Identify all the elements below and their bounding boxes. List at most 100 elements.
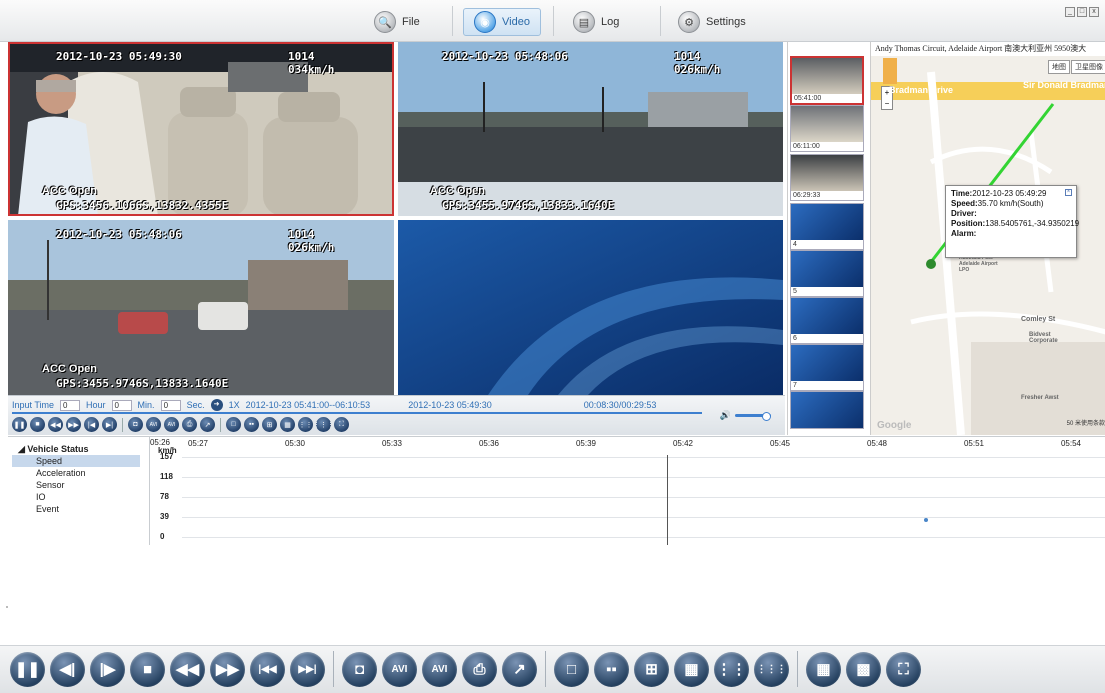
stop-icon[interactable]: ■ [30, 417, 45, 432]
volume-slider[interactable] [735, 412, 771, 421]
close-icon[interactable]: × [1065, 189, 1072, 196]
grid-line [182, 537, 1105, 538]
layout-1-button[interactable]: □ [554, 651, 589, 687]
fast-forward-icon[interactable]: ▶▶ [66, 417, 81, 432]
skip-start-button[interactable]: |◀◀ [250, 651, 285, 687]
layout-1-icon: □ [566, 660, 577, 678]
layout-12-button[interactable]: ⋮⋮⋮ [754, 651, 789, 687]
video-channel-2[interactable]: 2012-10-23 05:48:06 1014 026km/h ACC Ope… [398, 42, 783, 216]
tab-log[interactable]: ▤ Log [563, 8, 629, 36]
stop-button[interactable]: ■ [130, 651, 165, 687]
speed-chart[interactable]: km/h 05:26 05:27 05:30 05:33 05:36 05:39 05:42… [150, 437, 1105, 545]
thumbnail-item[interactable]: 5 [790, 250, 864, 297]
avi-batch-icon[interactable]: AVI [164, 417, 179, 432]
thumbnail-item[interactable]: 06:11:00 [790, 105, 864, 152]
step-forward-button[interactable]: |▶ [90, 651, 125, 687]
place-label: Fresher Awst [1021, 395, 1059, 401]
layout-6-icon[interactable]: ▦ [280, 417, 295, 432]
restore-icon[interactable]: □ [1077, 7, 1087, 17]
tree-item-sensor[interactable]: Sensor [12, 479, 140, 491]
avi-batch-icon: AVI [431, 663, 448, 675]
layout-9-icon[interactable]: ⋮⋮ [298, 417, 313, 432]
thumbnail-item[interactable]: 4 [790, 203, 864, 250]
print-icon[interactable]: ⎙ [182, 417, 197, 432]
map-type-map[interactable]: 地图 [1048, 60, 1070, 74]
video-channel-3[interactable]: 2012-10-23 05:48:06 1014 026km/h ACC Ope… [8, 220, 394, 395]
avi-batch-button[interactable]: AVI [422, 651, 457, 687]
layout-1-icon[interactable]: □ [226, 417, 241, 432]
tab-file[interactable]: 🔍 File [364, 8, 430, 36]
progress-slider[interactable] [12, 412, 702, 414]
layout-12-icon: ⋮⋮⋮ [756, 663, 787, 675]
thumbnail-image [791, 251, 863, 287]
hour-input[interactable]: 0 [60, 399, 81, 411]
thumbnail-item[interactable]: 7 [790, 344, 864, 391]
pause-icon[interactable]: ❚❚ [12, 417, 27, 432]
layout-2-icon[interactable]: ▪▪ [244, 417, 259, 432]
x-tick-label: 05:51 [963, 439, 985, 448]
pause-button[interactable]: ❚❚ [10, 651, 45, 687]
video-channel-1[interactable]: 2012-10-23 05:49:30 1014 034km/h ACC Ope… [8, 42, 394, 216]
map-terms-link[interactable]: 使用条款 [1081, 418, 1105, 427]
toolbar-divider [553, 6, 554, 36]
close-icon[interactable]: x [1089, 7, 1099, 17]
snapshot-button[interactable]: ◘ [342, 651, 377, 687]
status-tree: ◢ Vehicle Status Speed Acceleration Sens… [8, 437, 150, 545]
pause-icon: ❚❚ [14, 661, 41, 678]
google-logo: Google [877, 420, 912, 431]
fast-forward-button[interactable]: ▶▶ [210, 651, 245, 687]
map-panel[interactable]: Andy Thomas Circuit, Adelaide Airport 南澳… [870, 42, 1105, 435]
minimize-icon[interactable]: _ [1065, 7, 1075, 17]
sec-input[interactable]: 0 [160, 399, 181, 411]
volume-control[interactable]: 🔊 [720, 410, 771, 421]
skip-start-icon[interactable]: |◀ [84, 417, 99, 432]
grid-line [182, 457, 1105, 458]
playback-bar: Input Time 0 Hour 0 Min. 0 Sec. ➜ 1X 201… [8, 395, 785, 435]
skip-end-button[interactable]: ▶▶| [290, 651, 325, 687]
print-button[interactable]: ⎙ [462, 651, 497, 687]
layout-16-button[interactable]: ▦ [806, 651, 841, 687]
tree-item-acceleration[interactable]: Acceleration [12, 467, 140, 479]
layout-4-button[interactable]: ⊞ [634, 651, 669, 687]
thumbnail-item[interactable]: 05:41:00 [790, 56, 864, 105]
graph-icon: ↗ [513, 661, 526, 678]
x-tick-label: 05:33 [381, 439, 403, 448]
map-type-satellite[interactable]: 卫星图像 [1071, 60, 1105, 74]
thumbnail-item[interactable]: 6 [790, 297, 864, 344]
camera-icon[interactable]: ◘ [128, 417, 143, 432]
graph-icon[interactable]: ↗ [200, 417, 215, 432]
layout-9-button[interactable]: ⋮⋮ [714, 651, 749, 687]
avi-button[interactable]: AVI [382, 651, 417, 687]
layout-6-button[interactable]: ▦ [674, 651, 709, 687]
layout-2-button[interactable]: ▪▪ [594, 651, 629, 687]
min-input[interactable]: 0 [111, 399, 132, 411]
popup-alarm-label: Alarm: [951, 229, 977, 238]
tree-root[interactable]: ◢ Vehicle Status [8, 437, 149, 455]
thumbnail-item[interactable]: 06:29:33 [790, 154, 864, 201]
tab-video[interactable]: ◉ Video [463, 8, 541, 36]
video-channel-4-empty[interactable] [398, 220, 783, 395]
layout-12-icon[interactable]: ⋮⋮⋮ [313, 417, 334, 432]
rewind-icon[interactable]: ◀◀ [48, 417, 63, 432]
graph-button[interactable]: ↗ [502, 651, 537, 687]
time-cursor[interactable] [666, 455, 668, 545]
tab-settings[interactable]: ⚙ Settings [668, 8, 756, 36]
avi-icon[interactable]: AVI [146, 417, 161, 432]
layout-20-button[interactable]: ▩ [846, 651, 881, 687]
x-tick-label: 05:45 [769, 439, 791, 448]
small-playback-buttons: ❚❚ ■ ◀◀ ▶▶ |◀ ▶| ◘ AVI AVI ⎙ ↗ □ ▪▪ ⊞ ▦ … [12, 417, 349, 432]
fullscreen-button[interactable]: ⛶ [886, 651, 921, 687]
thumbnail-item[interactable] [790, 391, 864, 429]
go-button[interactable]: ➜ [210, 399, 223, 411]
layout-4-icon[interactable]: ⊞ [262, 417, 277, 432]
step-forward-icon: |▶ [99, 661, 116, 678]
tree-item-event[interactable]: Event [12, 503, 140, 515]
tree-item-io[interactable]: IO [12, 491, 140, 503]
skip-end-icon[interactable]: ▶| [102, 417, 117, 432]
video-icon: ◉ [474, 11, 496, 33]
fullscreen-icon[interactable]: ⛶ [334, 417, 349, 432]
step-back-button[interactable]: ◀| [50, 651, 85, 687]
rewind-button[interactable]: ◀◀ [170, 651, 205, 687]
popup-speed-label: Speed: [951, 199, 978, 208]
tree-item-speed[interactable]: Speed [12, 455, 140, 467]
